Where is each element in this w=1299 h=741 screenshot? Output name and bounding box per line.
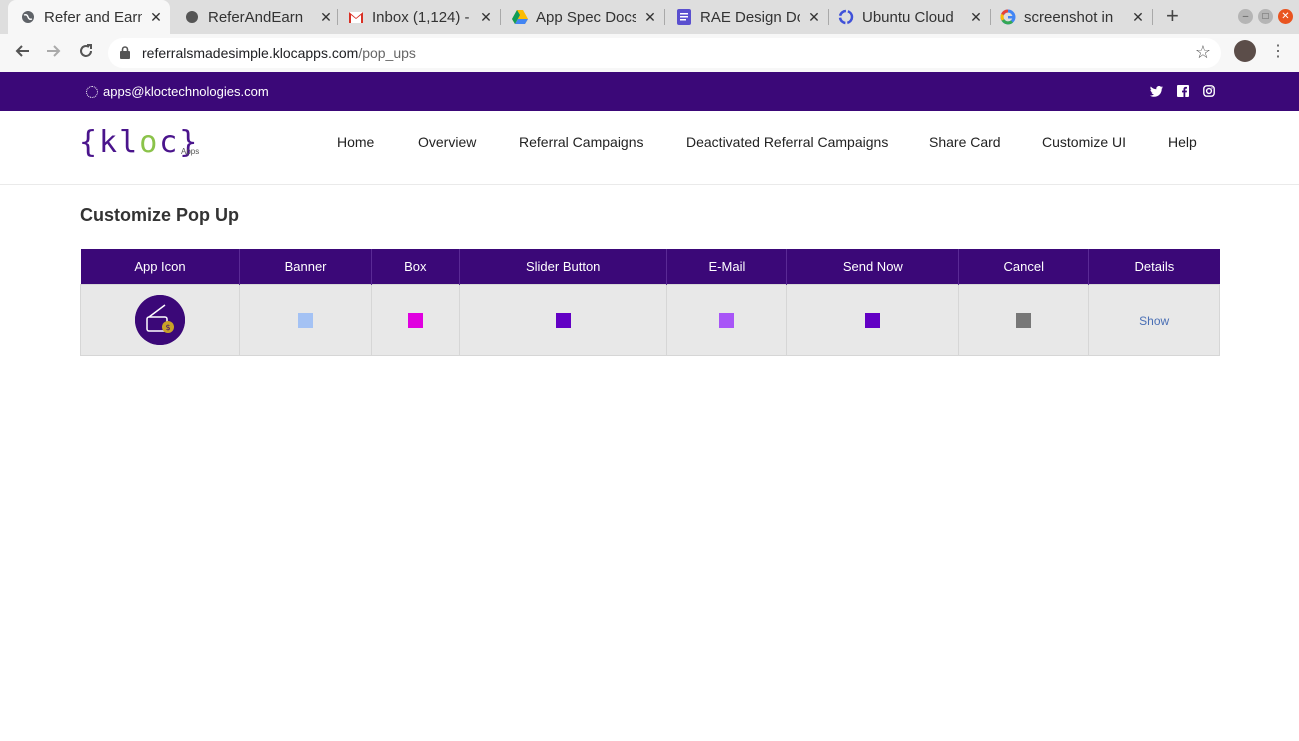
cell-send-now-color <box>786 284 960 356</box>
tab-divider <box>337 9 338 25</box>
nav-referral-campaigns[interactable]: Referral Campaigns <box>519 134 644 150</box>
column-header-cancel: Cancel <box>958 249 1090 285</box>
close-icon[interactable]: ✕ <box>478 9 494 26</box>
cell-slider-button-color <box>458 284 668 356</box>
lock-icon <box>120 46 130 59</box>
tab-divider <box>664 9 665 25</box>
browser-toolbar: referralsmadesimple.klocapps.com/pop_ups… <box>0 34 1299 72</box>
column-header-send-now: Send Now <box>786 249 960 285</box>
browser-tab-strip: Refer and Earn ✕ ReferAndEarn ✕ Inbox (1… <box>0 0 1299 34</box>
instagram-icon[interactable] <box>1203 84 1216 97</box>
new-tab-button[interactable]: + <box>1166 4 1179 28</box>
close-icon[interactable]: ✕ <box>1130 9 1146 26</box>
close-icon[interactable]: ✕ <box>968 9 984 26</box>
reload-icon[interactable] <box>75 42 97 64</box>
close-icon[interactable]: ✕ <box>318 9 334 26</box>
contact-email[interactable]: apps@kloctechnologies.com <box>86 84 269 99</box>
email-color-swatch[interactable] <box>719 313 735 329</box>
banner-color-swatch[interactable] <box>298 313 314 329</box>
tab-divider <box>1152 9 1153 25</box>
docs-icon <box>676 9 692 25</box>
cell-cancel-color <box>958 284 1090 356</box>
tab-app-spec-docs[interactable]: App Spec Docs ✕ <box>512 0 658 34</box>
globe-icon <box>20 9 36 25</box>
popup-settings-table: App Icon Banner Box Slider Button E-Mail… <box>79 249 1220 356</box>
facebook-icon[interactable] <box>1177 84 1190 97</box>
table-row: $ Show <box>79 284 1220 356</box>
nav-deactivated-referral-campaigns[interactable]: Deactivated Referral Campaigns <box>686 134 888 150</box>
close-window-button[interactable]: ✕ <box>1278 9 1293 24</box>
tab-title: Ubuntu Cloud <box>862 8 954 26</box>
tab-divider <box>828 9 829 25</box>
tab-rae-design[interactable]: RAE Design Do ✕ <box>676 0 822 34</box>
tab-referandearn[interactable]: ReferAndEarn ✕ <box>184 0 334 34</box>
address-bar[interactable]: referralsmadesimple.klocapps.com/pop_ups… <box>108 38 1221 68</box>
close-icon[interactable]: ✕ <box>642 9 658 26</box>
page-title: Customize Pop Up <box>80 205 240 225</box>
close-icon[interactable]: ✕ <box>806 9 822 26</box>
url-text: referralsmadesimple.klocapps.com/pop_ups <box>142 45 416 61</box>
show-details-link[interactable]: Show <box>1139 314 1169 328</box>
back-arrow-icon[interactable] <box>11 42 33 64</box>
cell-app-icon: $ <box>79 284 241 356</box>
ubuntu-icon <box>838 9 854 25</box>
send-now-color-swatch[interactable] <box>865 313 881 329</box>
cell-box-color <box>370 284 461 356</box>
column-header-banner: Banner <box>239 249 372 285</box>
minimize-window-button[interactable]: – <box>1238 9 1253 24</box>
tab-divider <box>990 9 991 25</box>
svg-text:$: $ <box>166 323 171 332</box>
column-header-box: Box <box>371 249 461 285</box>
cell-banner-color <box>239 284 372 356</box>
kloc-logo[interactable]: {kloc} Apps <box>79 125 199 160</box>
google-icon <box>1000 9 1016 25</box>
profile-avatar[interactable] <box>1234 40 1256 62</box>
tab-title: RAE Design Do <box>700 8 800 26</box>
nav-help[interactable]: Help <box>1168 134 1197 150</box>
tab-refer-and-earn[interactable]: Refer and Earn ✕ <box>8 0 170 34</box>
twitter-icon[interactable] <box>1150 84 1163 97</box>
nav-share-card[interactable]: Share Card <box>929 134 1001 150</box>
cell-email-color <box>666 284 788 356</box>
cancel-color-swatch[interactable] <box>1016 313 1032 329</box>
forward-arrow-icon[interactable] <box>43 42 65 64</box>
tab-inbox[interactable]: Inbox (1,124) - ✕ <box>348 0 494 34</box>
tab-divider <box>500 9 501 25</box>
url-host: referralsmadesimple.klocapps.com <box>142 45 359 61</box>
column-header-slider-button: Slider Button <box>459 249 668 285</box>
box-color-swatch[interactable] <box>407 313 423 329</box>
nav-customize-ui[interactable]: Customize UI <box>1042 134 1126 150</box>
tab-title: App Spec Docs <box>536 8 636 26</box>
site-header: {kloc} Apps Home Overview Referral Campai… <box>0 111 1299 185</box>
github-icon <box>184 9 200 25</box>
maximize-window-button[interactable]: □ <box>1258 9 1273 24</box>
site-top-bar: apps@kloctechnologies.com <box>0 72 1299 111</box>
menu-kebab-icon[interactable]: ⋮ <box>1270 40 1286 64</box>
column-header-details: Details <box>1088 249 1220 285</box>
close-icon[interactable]: ✕ <box>148 9 164 26</box>
slider-button-color-swatch[interactable] <box>555 313 571 329</box>
email-icon <box>86 85 98 98</box>
url-path: /pop_ups <box>358 45 416 61</box>
tab-title: screenshot in <box>1024 8 1114 26</box>
nav-home[interactable]: Home <box>337 134 374 150</box>
drive-icon <box>512 9 528 25</box>
cell-details: Show <box>1088 284 1220 356</box>
gmail-icon <box>348 9 364 25</box>
logo-apps-label: Apps <box>181 147 200 156</box>
nav-overview[interactable]: Overview <box>418 134 476 150</box>
contact-email-text: apps@kloctechnologies.com <box>103 84 269 99</box>
tab-title: Refer and Earn <box>44 8 142 26</box>
tab-screenshot[interactable]: screenshot in ✕ <box>1000 0 1146 34</box>
tab-title: Inbox (1,124) - <box>372 8 470 26</box>
bookmark-star-icon[interactable]: ☆ <box>1195 42 1211 63</box>
column-header-email: E-Mail <box>666 249 788 285</box>
tab-title: ReferAndEarn <box>208 8 304 26</box>
column-header-app-icon: App Icon <box>80 249 241 285</box>
tab-ubuntu-cloud[interactable]: Ubuntu Cloud ✕ <box>838 0 984 34</box>
table-header-row: App Icon Banner Box Slider Button E-Mail… <box>80 249 1220 285</box>
app-icon-image: $ <box>135 295 186 345</box>
